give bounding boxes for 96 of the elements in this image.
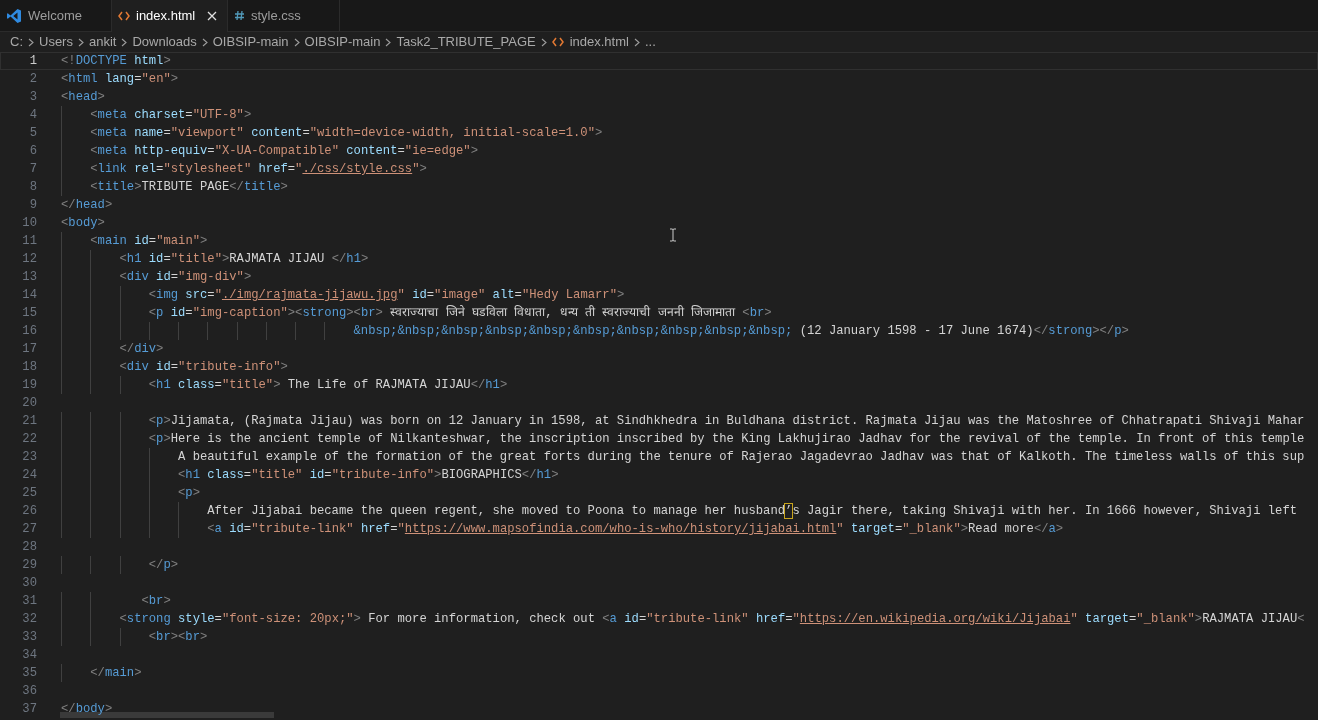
code-line: <!DOCTYPE html> <box>61 53 171 70</box>
line-number: 17 <box>22 341 37 358</box>
line-number: 29 <box>22 557 37 574</box>
tab-label: style.css <box>251 6 301 25</box>
line-number: 11 <box>22 233 37 250</box>
line-number: 20 <box>22 395 37 412</box>
code-line: <meta http-equiv="X-UA-Compatible" content="ie=edge"> <box>90 143 478 160</box>
text-cursor-icon <box>669 228 677 242</box>
line-number: 31 <box>22 593 37 610</box>
close-icon[interactable] <box>207 11 217 21</box>
line-number: 32 <box>22 611 37 628</box>
line-number: 37 <box>22 701 37 718</box>
code-line: <p>Here is the ancient temple of Nilkanteshwar, the inscription inscribed by the King Lakhujirao Jadhav for the revival of the temple. In front of this temple <box>148 431 1305 448</box>
code-line: </p> <box>148 557 179 574</box>
chevron-right-icon <box>385 37 392 47</box>
line-number: 18 <box>22 359 37 376</box>
code-brackets-icon <box>551 37 564 47</box>
breadcrumb-item[interactable]: ... <box>644 32 656 52</box>
code-line: <html lang="en"> <box>61 71 179 88</box>
breadcrumb-item[interactable]: Downloads <box>132 32 197 52</box>
code-line: After Jijabai became the queen regent, she moved to Poona to manage her husband’s Jagir there, taking Shivaji with her. In 1666 however, Shivaji left <box>207 503 1298 520</box>
app-logo-icon <box>6 7 22 24</box>
line-number: 4 <box>29 107 37 124</box>
code-line: A beautiful example of the formation of the great forts during the tenure of Rajerao Jagadevrao Jadhav was that of Kalkoth. The timeless walls of this sup <box>178 449 1305 466</box>
tab-label: index.html <box>136 7 196 26</box>
code-line: <link rel="stylesheet" href="./css/style.css"> <box>90 161 427 178</box>
hash-icon <box>234 10 245 21</box>
line-number: 34 <box>22 647 37 664</box>
chevron-right-icon <box>540 37 547 47</box>
breadcrumb-item[interactable]: ankit <box>88 32 117 52</box>
code-line: <meta name="viewport" content="width=device-width, initial-scale=1.0"> <box>90 125 603 142</box>
chevron-right-icon <box>121 37 128 47</box>
line-number: 10 <box>22 215 37 232</box>
chevron-right-icon <box>77 37 84 47</box>
breadcrumb-item[interactable]: Users <box>39 32 73 52</box>
line-number: 26 <box>22 503 37 520</box>
code-line: <div id="tribute-info"> <box>119 359 288 376</box>
editor-tab[interactable]: index.html <box>112 0 228 32</box>
line-number: 24 <box>22 467 37 484</box>
code-line: <a id="tribute-link" href="https://www.mapsofindia.com/who-is-who/history/jijabai.html" target="_blank">Read more</a> <box>207 521 1064 538</box>
code-line: <strong style="font-size: 20px;"> For more information, check out <a id="tribute-link" href="https://en.wikipedia.org/wiki/Jijabai" target="_blank">RAJMATA JIJAU< <box>119 611 1305 628</box>
code-line: &nbsp;&nbsp;&nbsp;&nbsp;&nbsp;&nbsp;&nbsp;&nbsp;&nbsp;&nbsp; (12 January 1598 - 17 June 1674)</strong></p> <box>353 323 1129 340</box>
tab-label: Welcome <box>28 6 82 25</box>
line-number: 28 <box>22 539 37 556</box>
line-number: 6 <box>29 143 37 160</box>
code-line: <p> <box>178 485 200 502</box>
breadcrumb-item[interactable]: C: <box>10 32 23 52</box>
breadcrumb-item[interactable]: index.html <box>569 32 629 52</box>
line-number: 7 <box>29 161 37 178</box>
line-number: 23 <box>22 449 37 466</box>
line-number: 3 <box>29 89 37 106</box>
code-line: <h1 class="title"> The Life of RAJMATA JIJAU</h1> <box>148 377 508 394</box>
line-number: 15 <box>22 305 37 322</box>
line-number: 21 <box>22 413 37 430</box>
code-line: <br> <box>141 593 171 610</box>
line-number: 36 <box>22 683 37 700</box>
line-number: 27 <box>22 521 37 538</box>
line-number: 22 <box>22 431 37 448</box>
code-line: <p id="img-caption"><strong><br> स्वराज्याचा जिने घडविला विधाता, धन्य ती स्वराज्याची जननी जिजामाता <br> <box>148 304 772 322</box>
line-number: 33 <box>22 629 37 646</box>
code-line: </div> <box>119 341 164 358</box>
line-number: 14 <box>22 287 37 304</box>
code-line: <br><br> <box>148 629 208 646</box>
chevron-right-icon <box>633 37 640 47</box>
line-number: 30 <box>22 575 37 592</box>
chevron-right-icon <box>293 37 300 47</box>
breadcrumb-item[interactable]: Task2_TRIBUTE_PAGE <box>396 32 536 52</box>
line-number: 5 <box>29 125 37 142</box>
code-line: <main id="main"> <box>90 233 208 250</box>
code-line: </head> <box>61 197 113 214</box>
code-line: <body> <box>61 215 105 232</box>
code-line: <title>TRIBUTE PAGE</title> <box>90 179 288 196</box>
code-line: <h1 class="title" id="tribute-info">BIOGRAPHICS</h1> <box>178 467 559 484</box>
code-line: <div id="img-div"> <box>119 269 252 286</box>
code-line: <h1 id="title">RAJMATA JIJAU </h1> <box>119 251 369 268</box>
line-number: 16 <box>22 323 37 340</box>
code-line: <p>Jijamata, (Rajmata Jijau) was born on 12 January in 1598, at Sindhkhedra in Buldhana district. Rajmata Jijau was the Matoshree of Chhatrapati Shivaji Mahar <box>148 413 1305 430</box>
line-number: 8 <box>29 179 37 196</box>
code-line: <head> <box>61 89 105 106</box>
line-number: 12 <box>22 251 37 268</box>
code-line: </body> <box>61 701 113 718</box>
breadcrumb-item[interactable]: OIBSIP-main <box>212 32 289 52</box>
code-line: <meta charset="UTF-8"> <box>90 107 252 124</box>
code-brackets-icon <box>118 11 130 21</box>
line-number: 2 <box>29 71 37 88</box>
code-line: <img src="./img/rajmata-jijawu.jpg" id="image" alt="Hedy Lamarr"> <box>148 287 625 304</box>
line-number: 1 <box>29 53 37 70</box>
line-number: 13 <box>22 269 37 286</box>
line-number: 35 <box>22 665 37 682</box>
code-line: </main> <box>90 665 142 682</box>
breadcrumb-item[interactable]: OIBSIP-main <box>304 32 381 52</box>
chevron-right-icon <box>201 37 208 47</box>
line-number: 9 <box>29 197 37 214</box>
line-number: 19 <box>22 377 37 394</box>
line-number: 25 <box>22 485 37 502</box>
chevron-right-icon <box>28 37 34 47</box>
